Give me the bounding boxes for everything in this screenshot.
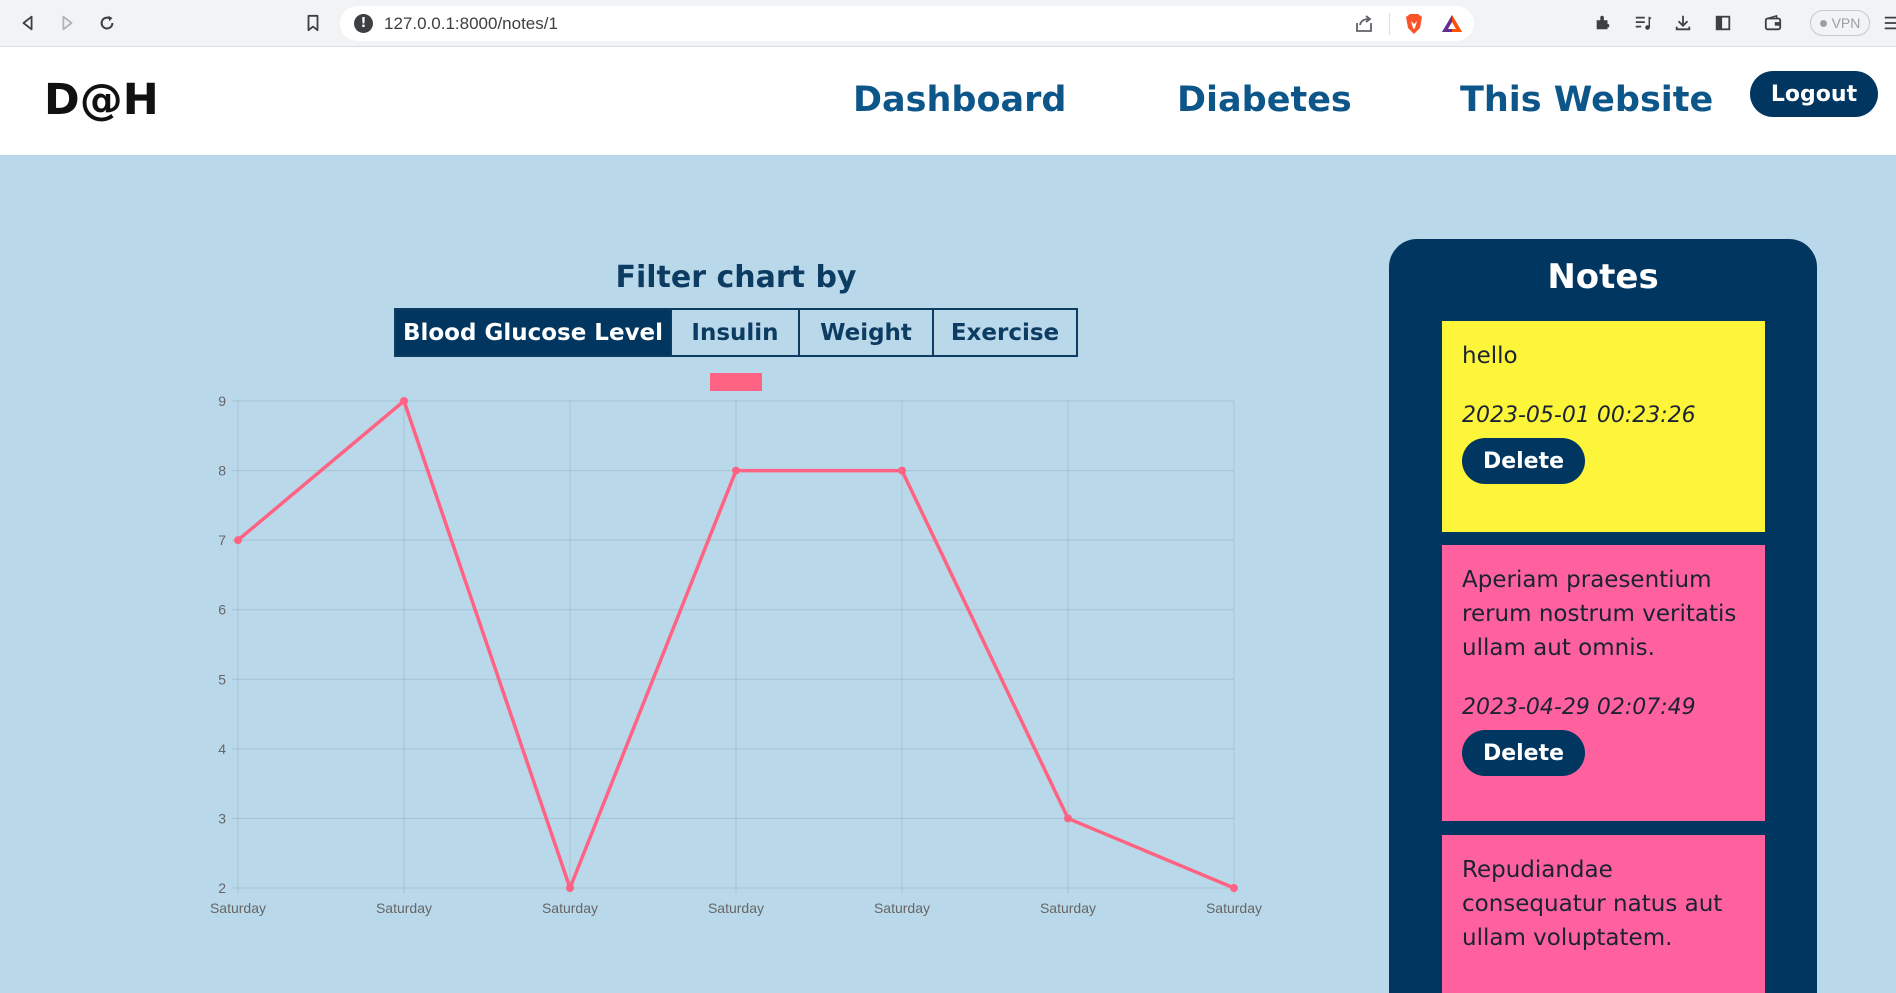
nav-this-website[interactable]: This Website [1460, 80, 1713, 120]
delete-note-button[interactable]: Delete [1462, 730, 1585, 776]
note-date: 2023-04-29 02:07:49 [1462, 695, 1696, 720]
x-tick-label: Saturday [542, 900, 598, 916]
data-point [1064, 814, 1072, 823]
y-tick-label: 3 [218, 810, 226, 826]
vpn-label: VPN [1831, 15, 1861, 31]
y-tick-label: 9 [218, 393, 226, 409]
nav-diabetes[interactable]: Diabetes [1177, 80, 1352, 120]
delete-note-button[interactable]: Delete [1462, 438, 1585, 484]
filter-weight-button[interactable]: Weight [800, 310, 934, 355]
x-tick-label: Saturday [1040, 900, 1096, 916]
filter-title: Filter chart by [615, 260, 857, 295]
reload-icon[interactable] [93, 9, 121, 37]
menu-icon[interactable] [1878, 9, 1896, 37]
data-point [1230, 884, 1238, 892]
legend-swatch [710, 373, 762, 391]
data-point [400, 397, 408, 405]
back-icon[interactable] [14, 9, 42, 37]
x-tick-label: Saturday [874, 900, 930, 916]
y-tick-label: 6 [218, 602, 226, 618]
note-date: 2023-05-01 00:23:26 [1462, 403, 1696, 428]
y-tick-label: 8 [218, 463, 226, 479]
notes-panel: Notes hello 2023-05-01 00:23:26 Delete A… [1389, 239, 1817, 993]
filter-exercise-button[interactable]: Exercise [934, 310, 1076, 355]
download-icon[interactable] [1669, 9, 1697, 37]
note-text: Aperiam praesentium rerum nostrum verita… [1462, 567, 1737, 661]
x-tick-label: Saturday [376, 900, 432, 916]
logout-button[interactable]: Logout [1750, 71, 1878, 117]
y-tick-label: 5 [218, 671, 226, 687]
address-bar[interactable]: ! 127.0.0.1:8000/notes/1 [340, 6, 1474, 41]
note-text: Repudiandae consequatur natus aut ullam … [1462, 857, 1723, 951]
sidebar-icon[interactable] [1709, 9, 1737, 37]
filter-button-group: Blood Glucose Level Insulin Weight Exerc… [394, 308, 1078, 357]
nav-dashboard[interactable]: Dashboard [853, 80, 1066, 120]
playlist-icon[interactable] [1629, 9, 1657, 37]
x-tick-label: Saturday [1206, 900, 1262, 916]
wallet-icon[interactable] [1759, 9, 1787, 37]
site-logo[interactable]: D@H [44, 75, 159, 125]
y-tick-label: 4 [218, 741, 226, 757]
note-card: hello 2023-05-01 00:23:26 Delete [1442, 321, 1765, 532]
note-card: Repudiandae consequatur natus aut ullam … [1442, 835, 1765, 993]
y-tick-label: 7 [218, 532, 226, 548]
filter-blood-glucose-button[interactable]: Blood Glucose Level [396, 310, 672, 355]
brave-shields-icon[interactable] [1402, 12, 1426, 36]
data-point [898, 466, 906, 475]
line-chart: 2 3 4 5 6 7 8 9 Saturday Saturday Saturday Saturday… [210, 373, 1262, 916]
data-point [566, 884, 574, 892]
browser-toolbar: ! 127.0.0.1:8000/notes/1 VPN [0, 0, 1896, 47]
site-info-icon[interactable]: ! [354, 14, 373, 33]
note-text: hello [1462, 343, 1518, 369]
bookmark-icon[interactable] [299, 9, 327, 37]
x-tick-label: Saturday [210, 900, 266, 916]
omnibox-divider [1389, 13, 1390, 35]
brave-rewards-icon[interactable] [1440, 12, 1464, 36]
vpn-status-icon [1819, 19, 1827, 27]
note-card: Aperiam praesentium rerum nostrum verita… [1442, 545, 1765, 821]
site-header: D@H Dashboard Diabetes This Website Logo… [0, 47, 1896, 155]
y-tick-label: 2 [218, 880, 226, 896]
vpn-button[interactable]: VPN [1810, 10, 1870, 36]
forward-icon[interactable] [53, 9, 81, 37]
url-text[interactable]: 127.0.0.1:8000/notes/1 [384, 14, 558, 34]
notes-title: Notes [1547, 257, 1659, 297]
share-icon[interactable] [1352, 12, 1376, 36]
x-tick-label: Saturday [708, 900, 764, 916]
filter-insulin-button[interactable]: Insulin [672, 310, 800, 355]
data-point [732, 466, 740, 475]
data-point [234, 536, 242, 545]
extensions-icon[interactable] [1589, 9, 1617, 37]
